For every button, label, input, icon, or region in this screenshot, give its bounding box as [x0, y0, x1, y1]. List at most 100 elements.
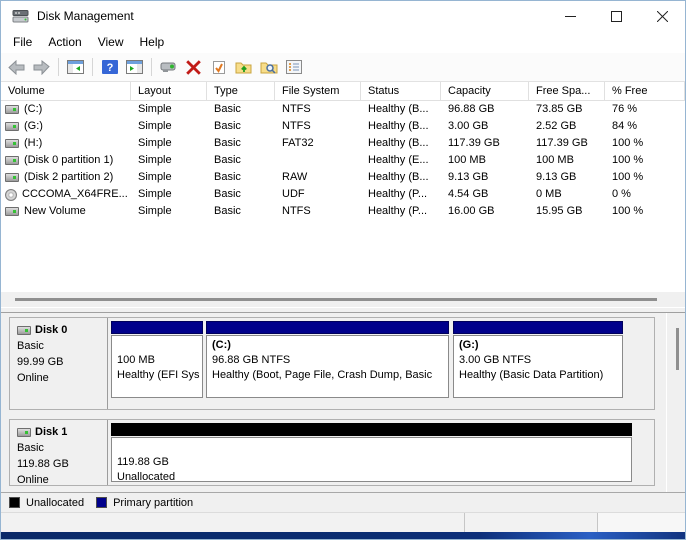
- column-header-layout[interactable]: Layout: [131, 82, 207, 100]
- disk-name: Disk 1: [35, 424, 67, 440]
- cell-layout: Simple: [131, 118, 207, 135]
- forward-button[interactable]: [29, 56, 54, 79]
- cell-capacity: 96.88 GB: [441, 101, 529, 118]
- horizontal-scrollbar-thumb[interactable]: [15, 298, 657, 301]
- toolbar-separator: [92, 58, 93, 76]
- horizontal-scrollbar[interactable]: [1, 292, 685, 307]
- column-header-volume[interactable]: Volume: [1, 82, 131, 100]
- partition-info-box: (C:) 96.88 GB NTFS Healthy (Boot, Page F…: [206, 335, 449, 398]
- delete-volume-button[interactable]: [181, 56, 206, 79]
- menu-file[interactable]: File: [5, 32, 40, 52]
- cell-free-space: 15.95 GB: [529, 203, 605, 220]
- explore-folder-button[interactable]: [256, 56, 281, 79]
- volume-row-disk0-part1[interactable]: (Disk 0 partition 1) Simple Basic Health…: [1, 152, 685, 169]
- back-button[interactable]: [4, 56, 29, 79]
- volume-name: (H:): [24, 135, 42, 152]
- partition-color-bar: [111, 321, 203, 334]
- partition-status: Unallocated: [117, 470, 626, 482]
- cell-status: Healthy (B...: [361, 169, 441, 186]
- volume-list-pane: Volume Layout Type File System Status Ca…: [1, 82, 685, 307]
- cell-status: Healthy (B...: [361, 135, 441, 152]
- console-tree-icon: [67, 60, 84, 74]
- partition-info-box: 119.88 GB Unallocated: [111, 437, 632, 482]
- open-folder-button[interactable]: [231, 56, 256, 79]
- disk-1-label-panel[interactable]: Disk 1 Basic 119.88 GB Online: [10, 420, 108, 485]
- disk-management-window: Disk Management File Action View Help: [0, 0, 686, 540]
- menu-view[interactable]: View: [90, 32, 132, 52]
- partition-name: [117, 338, 197, 353]
- task-check-button[interactable]: [206, 56, 231, 79]
- title-bar: Disk Management: [1, 1, 685, 31]
- legend-label: Primary partition: [113, 497, 193, 509]
- properties-button[interactable]: [281, 56, 306, 79]
- partition-efi[interactable]: 100 MB Healthy (EFI Sys: [111, 321, 203, 398]
- minimize-icon: [565, 11, 576, 22]
- back-arrow-icon: [8, 60, 25, 75]
- cell-file-system: UDF: [275, 186, 361, 203]
- volume-row-c[interactable]: (C:) Simple Basic NTFS Healthy (B... 96.…: [1, 101, 685, 118]
- partition-status: Healthy (Boot, Page File, Crash Dump, Ba…: [212, 368, 443, 383]
- action-pane-button[interactable]: [122, 56, 147, 79]
- volume-name: (Disk 2 partition 2): [24, 169, 113, 186]
- menu-help[interactable]: Help: [132, 32, 173, 52]
- cell-file-system: RAW: [275, 169, 361, 186]
- volume-table-header: Volume Layout Type File System Status Ca…: [1, 82, 685, 101]
- column-header-status[interactable]: Status: [361, 82, 441, 100]
- console-tree-button[interactable]: [63, 56, 88, 79]
- partition-color-bar: [206, 321, 449, 334]
- unallocated-region[interactable]: 119.88 GB Unallocated: [111, 423, 632, 482]
- cell-type: Basic: [207, 186, 275, 203]
- disk-1-row: Disk 1 Basic 119.88 GB Online 119.88 GB …: [9, 419, 655, 486]
- column-header-type[interactable]: Type: [207, 82, 275, 100]
- cell-status: Healthy (B...: [361, 101, 441, 118]
- status-bar: [1, 512, 685, 532]
- column-header-capacity[interactable]: Capacity: [441, 82, 529, 100]
- vertical-scrollbar-thumb[interactable]: [676, 328, 679, 370]
- help-button[interactable]: ?: [97, 56, 122, 79]
- disk-0-label-panel[interactable]: Disk 0 Basic 99.99 GB Online: [10, 318, 108, 409]
- minimize-button[interactable]: [547, 1, 593, 31]
- window-bottom-edge: [1, 532, 685, 539]
- volume-row-disk2-part2[interactable]: (Disk 2 partition 2) Simple Basic RAW He…: [1, 169, 685, 186]
- volume-row-h[interactable]: (H:) Simple Basic FAT32 Healthy (B... 11…: [1, 135, 685, 152]
- disk-icon: [17, 428, 31, 437]
- window-controls: [547, 1, 685, 31]
- volume-row-cccoma[interactable]: CCCOMA_X64FRE... Simple Basic UDF Health…: [1, 186, 685, 203]
- forward-arrow-icon: [33, 60, 50, 75]
- partition-g[interactable]: (G:) 3.00 GB NTFS Healthy (Basic Data Pa…: [453, 321, 623, 398]
- cell-free-space: 100 MB: [529, 152, 605, 169]
- menu-action[interactable]: Action: [40, 32, 89, 52]
- disk-status: Online: [17, 472, 107, 488]
- cell-type: Basic: [207, 169, 275, 186]
- disk-size: 119.88 GB: [17, 456, 107, 472]
- cd-icon: [5, 189, 17, 201]
- disk-name: Disk 0: [35, 322, 67, 338]
- column-header-pct-free[interactable]: % Free: [605, 82, 685, 100]
- close-icon: [657, 11, 668, 22]
- partition-info-box: 100 MB Healthy (EFI Sys: [111, 335, 203, 398]
- volume-row-g[interactable]: (G:) Simple Basic NTFS Healthy (B... 3.0…: [1, 118, 685, 135]
- cell-type: Basic: [207, 118, 275, 135]
- volume-row-new-volume[interactable]: New Volume Simple Basic NTFS Healthy (P.…: [1, 203, 685, 220]
- cell-free-space: 73.85 GB: [529, 101, 605, 118]
- folder-up-icon: [235, 60, 252, 74]
- help-icon: ?: [102, 60, 118, 74]
- action-pane-icon: [126, 60, 143, 74]
- cell-pct-free: 100 %: [605, 152, 685, 169]
- toolbar-separator: [151, 58, 152, 76]
- cell-free-space: 117.39 GB: [529, 135, 605, 152]
- vertical-scrollbar[interactable]: [666, 313, 685, 492]
- partition-status: Healthy (EFI Sys: [117, 368, 197, 383]
- column-header-file-system[interactable]: File System: [275, 82, 361, 100]
- partition-c[interactable]: (C:) 96.88 GB NTFS Healthy (Boot, Page F…: [206, 321, 449, 398]
- device-button[interactable]: [156, 56, 181, 79]
- check-document-icon: [212, 60, 226, 75]
- column-header-free-space[interactable]: Free Spa...: [529, 82, 605, 100]
- maximize-button[interactable]: [593, 1, 639, 31]
- close-button[interactable]: [639, 1, 685, 31]
- legend-unallocated: Unallocated: [9, 497, 84, 509]
- disk-0-row: Disk 0 Basic 99.99 GB Online 100 MB Heal…: [9, 317, 655, 410]
- cell-free-space: 9.13 GB: [529, 169, 605, 186]
- cell-type: Basic: [207, 203, 275, 220]
- svg-text:?: ?: [106, 62, 113, 74]
